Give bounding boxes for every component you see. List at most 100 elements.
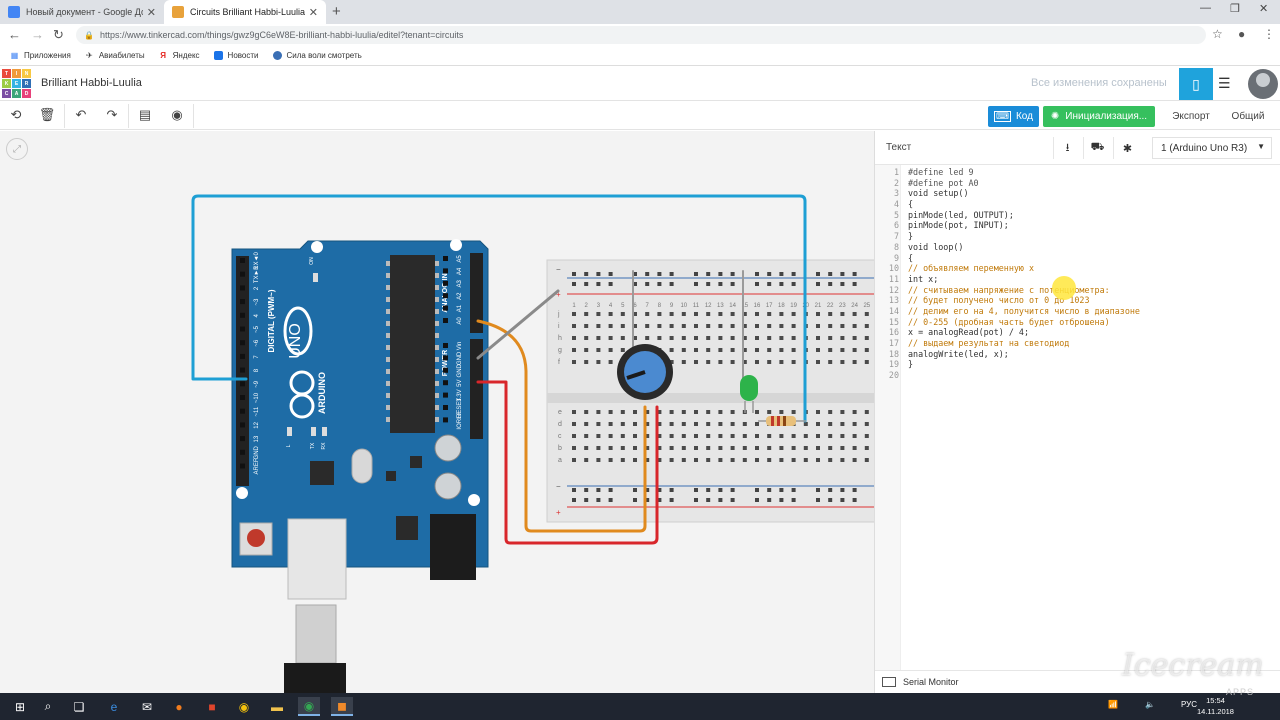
breadboard-hole[interactable] xyxy=(608,434,613,438)
breadboard-hole[interactable] xyxy=(669,434,674,438)
breadboard-hole[interactable] xyxy=(718,422,723,426)
rail-hole[interactable] xyxy=(767,282,772,286)
delete-icon[interactable]: 🗑 xyxy=(37,107,57,123)
breadboard-hole[interactable] xyxy=(755,348,759,352)
code-line[interactable]: 18 analogWrite(led, x); xyxy=(875,349,1280,360)
breadboard-hole[interactable] xyxy=(791,434,796,438)
breadboard-hole[interactable] xyxy=(706,348,711,352)
rail-hole[interactable] xyxy=(767,498,772,502)
rail-hole[interactable] xyxy=(608,488,613,492)
header-pin[interactable] xyxy=(240,285,245,291)
rail-hole[interactable] xyxy=(596,272,601,276)
code-line[interactable]: 7} xyxy=(875,231,1280,242)
header-pin[interactable] xyxy=(443,318,448,323)
header-pin[interactable] xyxy=(240,367,245,373)
breadboard-hole[interactable] xyxy=(767,324,772,328)
breadboard-hole[interactable] xyxy=(779,360,784,364)
rail-hole[interactable] xyxy=(840,488,845,492)
visibility-eye-icon[interactable]: ◉ xyxy=(167,107,187,123)
rail-hole[interactable] xyxy=(718,498,723,502)
rail-hole[interactable] xyxy=(584,272,589,276)
breadboard-hole[interactable] xyxy=(608,458,613,462)
breadboard-hole[interactable] xyxy=(816,360,820,364)
header-pin[interactable] xyxy=(240,395,245,400)
rail-hole[interactable] xyxy=(840,272,845,276)
bookmark-movie[interactable]: Сила воли смотреть xyxy=(272,51,362,60)
header-pin[interactable] xyxy=(443,367,448,373)
device-select[interactable]: 1 (Arduino Uno R3) ▼ xyxy=(1152,137,1272,159)
header-pin[interactable] xyxy=(240,381,245,387)
search-icon[interactable]: ⌕ xyxy=(37,697,59,716)
usb-cable[interactable] xyxy=(284,604,346,693)
rail-hole[interactable] xyxy=(779,488,784,492)
chrome-icon[interactable]: ◉ xyxy=(233,697,255,716)
rail-hole[interactable] xyxy=(669,282,674,286)
url-input[interactable]: 🔒 https://www.tinkercad.com/things/gwz9g… xyxy=(76,26,1206,44)
breadboard-hole[interactable] xyxy=(718,410,723,414)
menu-kebab-icon[interactable]: ⋮ xyxy=(1263,27,1275,41)
breadboard-hole[interactable] xyxy=(645,324,650,328)
header-pin[interactable] xyxy=(240,258,245,263)
rail-hole[interactable] xyxy=(755,498,759,502)
breadboard-hole[interactable] xyxy=(572,422,576,426)
breadboard-hole[interactable] xyxy=(840,422,845,426)
breadboard-hole[interactable] xyxy=(767,458,772,462)
breadboard-hole[interactable] xyxy=(718,336,723,340)
mail-icon[interactable]: ✉ xyxy=(136,697,158,716)
breadboard-hole[interactable] xyxy=(730,446,735,450)
network-icon[interactable]: 📶 xyxy=(1108,700,1118,709)
breadboard-hole[interactable] xyxy=(584,410,589,414)
breadboard-hole[interactable] xyxy=(681,446,686,450)
component-list-button[interactable]: ☰ xyxy=(1218,75,1231,92)
breadboard-hole[interactable] xyxy=(572,336,576,340)
breadboard-hole[interactable] xyxy=(816,324,820,328)
rail-hole[interactable] xyxy=(767,272,772,276)
rail-hole[interactable] xyxy=(596,498,601,502)
rail-hole[interactable] xyxy=(730,498,735,502)
breadboard-hole[interactable] xyxy=(791,458,796,462)
breadboard-hole[interactable] xyxy=(852,434,857,438)
breadboard-hole[interactable] xyxy=(779,446,784,450)
breadboard-hole[interactable] xyxy=(779,312,784,316)
breadboard-hole[interactable] xyxy=(816,410,820,414)
breadboard-hole[interactable] xyxy=(718,446,723,450)
breadboard-hole[interactable] xyxy=(828,434,833,438)
breadboard-hole[interactable] xyxy=(718,312,723,316)
rail-hole[interactable] xyxy=(608,272,613,276)
rail-hole[interactable] xyxy=(718,282,723,286)
breadboard-hole[interactable] xyxy=(864,410,869,414)
breadboard-hole[interactable] xyxy=(633,446,637,450)
simulation-init-button[interactable]: ✺ Инициализация... xyxy=(1043,106,1155,127)
rail-hole[interactable] xyxy=(791,282,796,286)
breadboard-hole[interactable] xyxy=(840,458,845,462)
rail-hole[interactable] xyxy=(572,272,576,276)
tinkercad-logo[interactable]: TIN KER CAD xyxy=(2,69,31,98)
breadboard-hole[interactable] xyxy=(694,458,698,462)
breadboard-hole[interactable] xyxy=(840,446,845,450)
code-line[interactable]: 1 #define led 9 xyxy=(875,167,1280,178)
breadboard-hole[interactable] xyxy=(852,324,857,328)
rail-hole[interactable] xyxy=(730,488,735,492)
breadboard-hole[interactable] xyxy=(694,336,698,340)
breadboard-hole[interactable] xyxy=(681,458,686,462)
breadboard-hole[interactable] xyxy=(779,324,784,328)
breadboard-hole[interactable] xyxy=(755,360,759,364)
rail-hole[interactable] xyxy=(584,488,589,492)
rail-hole[interactable] xyxy=(669,488,674,492)
breadboard-hole[interactable] xyxy=(816,348,820,352)
chrome-active-icon[interactable]: ◉ xyxy=(298,697,320,716)
rail-hole[interactable] xyxy=(755,272,759,276)
breadboard-hole[interactable] xyxy=(706,422,711,426)
rail-hole[interactable] xyxy=(852,488,857,492)
breadboard-hole[interactable] xyxy=(681,324,686,328)
breadboard-hole[interactable] xyxy=(718,348,723,352)
forward-icon[interactable]: → xyxy=(31,27,44,42)
breadboard-hole[interactable] xyxy=(608,422,613,426)
breadboard-hole[interactable] xyxy=(584,434,589,438)
close-tab-icon[interactable]: ✕ xyxy=(309,6,318,19)
breadboard-hole[interactable] xyxy=(620,324,625,328)
breadboard-hole[interactable] xyxy=(596,458,601,462)
breadboard-hole[interactable] xyxy=(669,336,674,340)
breadboard-hole[interactable] xyxy=(755,312,759,316)
rail-hole[interactable] xyxy=(608,282,613,286)
